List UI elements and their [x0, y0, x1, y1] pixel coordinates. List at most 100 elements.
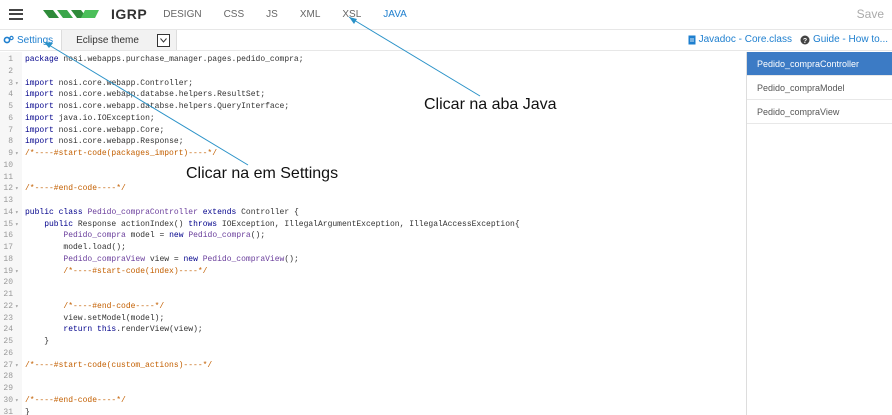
menu-icon[interactable] [9, 8, 23, 20]
line-number: 11 [3, 172, 13, 182]
code-line[interactable]: 5 import nosi.core.webapp.databse.helpers… [0, 101, 746, 113]
code-text: import nosi.core.webapp.Core; [25, 125, 165, 135]
class-file-list: Pedido_compraController Pedido_compraMod… [746, 52, 892, 415]
line-number: 4 [8, 90, 13, 100]
code-line[interactable]: 18 Pedido_compraView view = new Pedido_c… [0, 254, 746, 266]
code-line[interactable]: 16 Pedido_compra model = new Pedido_comp… [0, 230, 746, 242]
code-line[interactable]: 6 import java.io.IOException; [0, 113, 746, 125]
code-line[interactable]: 24 return this.renderView(view); [0, 324, 746, 336]
fold-toggle-icon[interactable]: ▾ [15, 395, 19, 407]
file-item-model[interactable]: Pedido_compraModel [747, 76, 892, 100]
question-circle-icon: ? [800, 35, 810, 45]
fold-toggle-icon[interactable]: ▾ [15, 219, 19, 231]
annotation-settings: Clicar na em Settings [186, 165, 339, 182]
code-line[interactable]: 21 [0, 289, 746, 301]
code-text: /*----#end-code----*/ [25, 395, 126, 405]
tab-xsl[interactable]: XSL [342, 9, 361, 20]
code-line[interactable]: 26 [0, 348, 746, 360]
line-number: 16 [3, 231, 13, 241]
line-number: 18 [3, 254, 13, 264]
fold-toggle-icon[interactable]: ▾ [15, 183, 19, 195]
code-line[interactable]: 1 package nosi.webapps.purchase_manager.p… [0, 54, 746, 66]
code-line[interactable]: 8 import nosi.core.webapp.Response; [0, 136, 746, 148]
igrp-logo[interactable]: IGRP [43, 6, 147, 22]
code-line[interactable]: 28 [0, 371, 746, 383]
save-button[interactable]: Save [857, 7, 884, 21]
javadoc-link[interactable]: Javadoc - Core.class [688, 34, 792, 45]
code-line[interactable]: 2 [0, 66, 746, 78]
line-number: 25 [3, 337, 13, 346]
line-number: 17 [3, 243, 13, 252]
logo-text: IGRP [111, 6, 148, 22]
line-number: 27 [3, 360, 13, 370]
tab-java[interactable]: JAVA [383, 9, 407, 20]
code-line[interactable]: 7 import nosi.core.webapp.Core; [0, 125, 746, 137]
line-number: 1 [8, 55, 13, 64]
fold-toggle-icon[interactable]: ▾ [15, 207, 19, 219]
fold-toggle-icon[interactable]: ▾ [15, 301, 19, 313]
code-line[interactable]: 15 ▾ public Response actionIndex() throws… [0, 219, 746, 231]
annotation-java-tab: Clicar na aba Java [424, 96, 557, 113]
line-number: 26 [3, 348, 13, 358]
fold-toggle-icon[interactable]: ▾ [15, 78, 19, 90]
line-number: 29 [3, 384, 13, 393]
tab-css[interactable]: CSS [224, 9, 245, 20]
code-line[interactable]: 20 [0, 277, 746, 289]
theme-select[interactable]: Eclipse theme [61, 30, 178, 50]
tab-xml[interactable]: XML [300, 9, 321, 20]
line-number: 3 [8, 78, 13, 88]
code-line[interactable]: 3 ▾ import nosi.core.webapp.Controller; [0, 78, 746, 90]
line-number: 30 [3, 395, 13, 405]
code-line[interactable]: 25 } [0, 336, 746, 348]
line-number: 28 [3, 372, 13, 382]
file-item-view[interactable]: Pedido_compraView [747, 100, 892, 124]
tab-js[interactable]: JS [266, 9, 278, 20]
code-text: view.setModel(model); [63, 313, 165, 323]
line-number: 14 [3, 207, 13, 217]
svg-text:?: ? [803, 38, 807, 45]
top-navbar: IGRP DESIGN CSS JS XML XSL JAVA Save [0, 0, 892, 28]
fold-toggle-icon[interactable]: ▾ [15, 266, 19, 278]
guide-link[interactable]: ? Guide - How to... [800, 34, 888, 45]
theme-select-value: Eclipse theme [76, 34, 139, 46]
code-line[interactable]: 23 view.setModel(model); [0, 313, 746, 325]
code-line[interactable]: 9 ▾ /*----#start-code(packages_import)----… [0, 148, 746, 160]
code-text: /*----#start-code(index)----*/ [25, 266, 208, 276]
line-number: 21 [3, 290, 13, 299]
code-line[interactable]: 4 import nosi.core.webapp.databse.helpers… [0, 89, 746, 101]
code-editor[interactable]: 1 package nosi.webapps.purchase_manager.p… [0, 52, 746, 415]
code-line[interactable]: 13 [0, 195, 746, 207]
code-text: /*----#end-code----*/ [25, 301, 165, 311]
code-text: return this.renderView(view); [63, 325, 203, 335]
editor-tabs: DESIGN CSS JS XML XSL JAVA [163, 9, 429, 20]
line-number: 9 [8, 149, 13, 158]
code-line[interactable]: 19 ▾ /*----#start-code(index)----*/ [0, 266, 746, 278]
code-line[interactable]: 29 [0, 383, 746, 395]
code-line[interactable]: 14 ▾ public class Pedido_compraController … [0, 207, 746, 219]
code-line[interactable]: 27 ▾ /*----#start-code(custom_actions)----… [0, 360, 746, 372]
line-number: 22 [3, 301, 13, 311]
line-number: 20 [3, 278, 13, 288]
code-line[interactable]: 30 ▾ /*----#end-code----*/ [0, 395, 746, 407]
code-text: import nosi.core.webapp.Response; [25, 137, 184, 147]
code-line[interactable]: 22 ▾ /*----#end-code----*/ [0, 301, 746, 313]
fold-toggle-icon[interactable]: ▾ [15, 360, 19, 372]
line-number: 15 [3, 219, 13, 229]
fold-toggle-icon[interactable]: ▾ [15, 148, 19, 160]
tab-design[interactable]: DESIGN [163, 9, 201, 20]
code-text: Pedido_compraView view = new Pedido_comp… [63, 254, 299, 264]
code-line[interactable]: 11 [0, 172, 746, 184]
code-line[interactable]: 12 ▾ /*----#end-code----*/ [0, 183, 746, 195]
code-text: import nosi.core.webapp.databse.helpers.… [25, 90, 266, 100]
settings-button[interactable]: Settings [3, 35, 53, 46]
chevron-down-icon[interactable] [157, 33, 171, 47]
file-item-controller[interactable]: Pedido_compraController [747, 52, 892, 76]
code-line[interactable]: 17 model.load(); [0, 242, 746, 254]
toolbar-links: Javadoc - Core.class ? Guide - How to... [680, 34, 888, 45]
code-line[interactable]: 10 [0, 160, 746, 172]
code-text: import nosi.core.webapp.Controller; [25, 78, 194, 88]
guide-label: Guide - How to... [812, 34, 888, 45]
code-text: } [44, 337, 50, 346]
javadoc-label: Javadoc - Core.class [698, 34, 792, 45]
code-line[interactable]: 31} [0, 407, 746, 415]
